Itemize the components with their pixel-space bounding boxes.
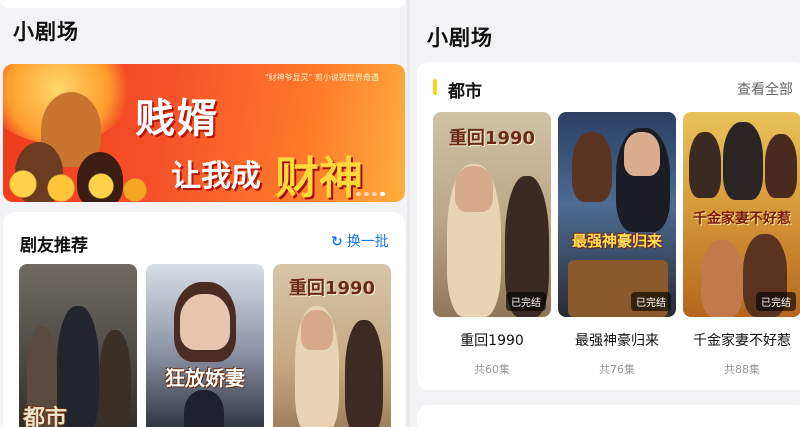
category-card: 都市 查看全部 重回1990 已完结 重回1990 共60集 最强神豪归来 已完… [417,62,800,390]
episode-count: 共88集 [724,363,760,376]
banner-subtitle-2: 财神 [275,153,363,202]
poster-figure [345,320,383,427]
poster-figure [723,122,763,200]
recommend-poster-3[interactable]: 重回1990 [273,264,391,427]
refresh-label: 换一批 [346,234,389,250]
drama-poster-1[interactable]: 重回1990 已完结 [433,112,551,317]
drama-title[interactable]: 重回1990 [433,330,551,350]
banner-pagination [356,192,396,196]
refresh-icon: ↻ [331,234,343,250]
poster-figure [701,240,743,317]
top-strip [0,0,405,8]
poster-art-text: 重回1990 [448,128,536,149]
poster-art-text: 重回1990 [288,278,376,299]
poster-figure [184,390,224,427]
poster-art-text: 都市 [23,406,68,427]
banner-subtitle-1: 让我成 [171,159,261,194]
poster-figure [572,132,612,202]
view-all-link[interactable]: 查看全部 [737,79,793,99]
poster-art-text: 狂放娇妻 [165,366,245,390]
banner-ad[interactable]: "财神爷显灵" 剪小说视世界奇遇 贱婿 让我成 财神 [3,64,405,202]
status-badge: 已完结 [756,292,796,311]
episode-count: 共60集 [474,363,510,376]
recommend-title: 剧友推荐 [20,236,88,256]
poster-figure [689,132,721,198]
refresh-button[interactable]: ↻ 换一批 [331,231,389,251]
drama-title[interactable]: 千金家妻不好惹 [683,330,800,350]
poster-face [180,294,230,350]
page-title: 小剧场 [427,26,493,50]
drama-poster-3[interactable]: 千金家妻不好惹 已完结 [683,112,800,317]
recommend-poster-2[interactable]: 狂放娇妻 [146,264,264,427]
drama-poster-2[interactable]: 最强神豪归来 已完结 [558,112,676,317]
recommend-card: 剧友推荐 ↻ 换一批 都市 狂放娇妻 重回1990 [3,212,405,427]
drama-title[interactable]: 最强神豪归来 [558,330,676,350]
recommend-poster-1[interactable]: 都市 [19,264,137,427]
section-title: 都市 [448,82,482,102]
left-panel: 小剧场 "财神爷显灵" 剪小说视世界奇遇 贱婿 让我成 财神 剧友推荐 ↻ 换一批… [0,0,407,427]
poster-face [624,132,660,176]
poster-art-text: 最强神豪归来 [571,232,662,250]
poster-art-text: 千金家妻不好惹 [693,211,791,227]
poster-face [301,310,333,350]
episode-count: 共76集 [599,363,635,376]
banner-caption: "财神爷显灵" 剪小说视世界奇遇 [265,73,379,82]
next-card [417,405,800,427]
right-panel: 小剧场 都市 查看全部 重回1990 已完结 重回1990 共60集 最强神豪归… [410,0,800,427]
poster-figure [765,134,797,198]
page-title: 小剧场 [13,20,79,44]
banner-headline: 贱婿 [135,96,219,142]
status-badge: 已完结 [631,292,671,311]
poster-face [455,166,493,212]
section-accent-bar [433,79,437,95]
status-badge: 已完结 [506,292,546,311]
banner-coins [3,162,153,202]
